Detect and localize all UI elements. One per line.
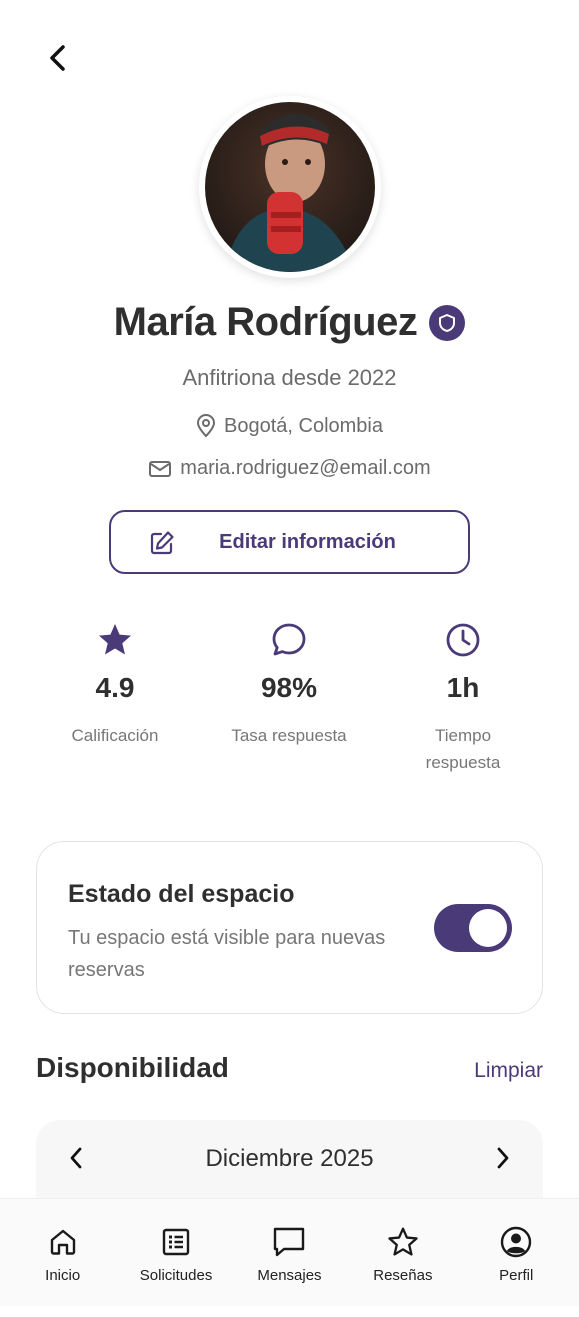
profile-name: María Rodríguez <box>113 300 418 344</box>
stat-response-rate: 98% Tasa respuesta <box>202 620 376 776</box>
stat-label: Tasa respuesta <box>231 726 347 745</box>
nav-item-resenas[interactable]: Reseñas <box>348 1199 458 1306</box>
chevron-left-icon <box>50 45 65 71</box>
stat-response-time: 1h Tiempo respuesta <box>376 620 550 776</box>
stat-value: 1h <box>446 672 480 703</box>
name-row: María Rodríguez <box>0 300 579 345</box>
status-description: Tu espacio está visible para nuevas rese… <box>68 927 386 981</box>
stat-label: Calificación <box>71 726 159 745</box>
stat-value: 98% <box>260 672 318 703</box>
clear-button[interactable]: Limpiar <box>474 1059 543 1083</box>
nav-item-inicio[interactable]: Inicio <box>8 1199 118 1306</box>
mail-icon <box>149 460 172 477</box>
nav-item-solicitudes[interactable]: Solicitudes <box>121 1199 231 1306</box>
nav-label: Solicitudes <box>139 1267 213 1284</box>
nav-item-mensajes[interactable]: Mensajes <box>234 1199 344 1306</box>
status-title: Estado del espacio <box>68 880 295 908</box>
nav-label: Inicio <box>45 1267 81 1284</box>
stats-row: 4.9 Calificación 98% Tasa respuesta 1h T… <box>28 620 551 776</box>
chevron-right-icon <box>497 1147 509 1169</box>
space-status-card: Estado del espacio Tu espacio está visib… <box>36 841 543 1014</box>
calendar-month: Diciembre 2025 <box>205 1145 374 1172</box>
nav-item-perfil[interactable]: Perfil <box>461 1199 571 1306</box>
stat-label: Tiempo respuesta <box>425 726 501 772</box>
availability-title: Disponibilidad <box>36 1052 229 1083</box>
clock-icon <box>446 623 480 657</box>
nav-label: Mensajes <box>257 1267 322 1284</box>
email-row: maria.rodriguez@email.com <box>0 457 579 480</box>
edit-info-button[interactable]: Editar información <box>109 510 470 574</box>
toggle-knob <box>469 909 507 947</box>
message-icon <box>274 1227 305 1257</box>
avatar[interactable] <box>199 96 381 278</box>
home-icon <box>50 1229 75 1255</box>
back-button[interactable] <box>40 40 76 76</box>
email-text: maria.rodriguez@email.com <box>180 457 431 479</box>
bottom-nav: Inicio Solicitudes Mensajes Reseñas Perf… <box>0 1198 579 1306</box>
location-text: Bogotá, Colombia <box>224 414 383 437</box>
host-since: Anfitriona desde 2022 <box>182 365 397 390</box>
list-icon <box>162 1228 190 1256</box>
shield-icon <box>439 313 456 332</box>
stat-value: 4.9 <box>95 672 135 703</box>
chat-bubble-icon <box>272 623 306 656</box>
star-icon <box>99 624 131 655</box>
edit-icon <box>150 531 174 555</box>
location-row: Bogotá, Colombia <box>0 414 579 438</box>
star-outline-icon <box>388 1227 418 1256</box>
map-pin-icon <box>196 414 216 438</box>
avatar-photo <box>205 102 375 272</box>
user-icon <box>501 1226 532 1258</box>
visibility-toggle[interactable] <box>434 904 512 952</box>
content-peek <box>0 1306 579 1317</box>
next-month-button[interactable] <box>487 1142 519 1174</box>
stat-rating: 4.9 Calificación <box>28 620 202 776</box>
nav-label: Reseñas <box>373 1267 433 1284</box>
verified-badge <box>429 304 466 341</box>
nav-label: Perfil <box>499 1267 534 1284</box>
